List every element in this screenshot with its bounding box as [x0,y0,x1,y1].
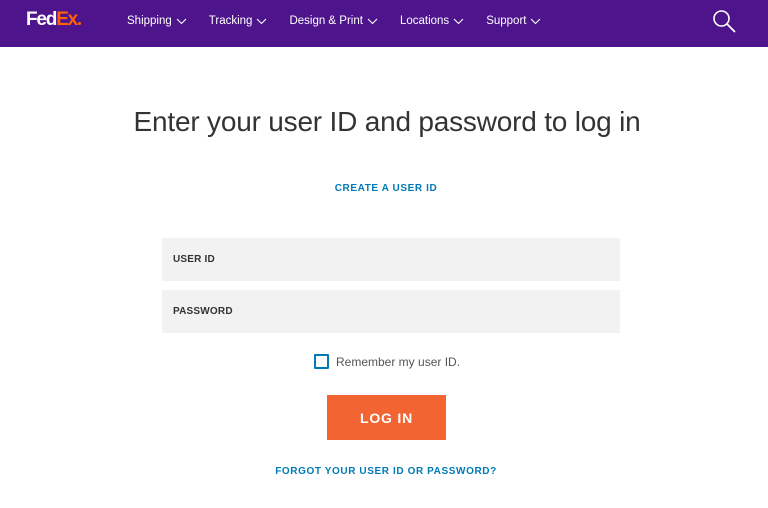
nav-item-tracking[interactable]: Tracking [209,15,268,27]
login-button[interactable]: LOG IN [327,395,446,440]
remember-checkbox[interactable] [314,354,329,369]
nav-item-label: Design & Print [289,15,363,27]
page-title: Enter your user ID and password to log i… [133,106,641,137]
remember-label: Remember my user ID. [336,354,461,369]
logo-dot [78,22,82,25]
nav-item-shipping[interactable]: Shipping [127,15,187,27]
remember-user-id-option[interactable]: Remember my user ID. [314,354,460,369]
forgot-credentials-link[interactable]: FORGOT YOUR USER ID OR PASSWORD? [0,466,768,477]
fedex-logo[interactable]: FedEx [26,9,82,30]
nav-item-label: Tracking [208,15,253,27]
password-placeholder: PASSWORD [173,306,233,317]
chevron-down-icon [176,18,187,24]
logo-ex-text: Ex [56,9,78,30]
top-navigation-bar: FedEx Shipping Tracking Design & Print L… [0,0,768,47]
logo-fed-text: Fed [26,9,57,30]
nav-item-label: Locations [399,15,450,27]
user-id-field[interactable]: USER ID [162,238,620,281]
nav-item-label: Shipping [127,15,172,27]
nav-item-locations[interactable]: Locations [400,15,464,27]
user-id-placeholder: USER ID [173,254,215,265]
nav-item-design-print[interactable]: Design & Print [289,15,378,27]
chevron-down-icon [257,18,267,24]
search-icon[interactable] [712,9,736,33]
password-field[interactable]: PASSWORD [162,290,620,333]
chevron-down-icon [453,18,464,24]
create-user-id-link[interactable]: CREATE A USER ID [0,183,768,194]
chevron-down-icon [367,18,378,24]
nav-item-support[interactable]: Support [486,15,541,27]
chevron-down-icon [531,18,541,24]
main-nav: Shipping Tracking Design & Print Locatio… [127,0,563,42]
nav-item-label: Support [486,15,527,27]
